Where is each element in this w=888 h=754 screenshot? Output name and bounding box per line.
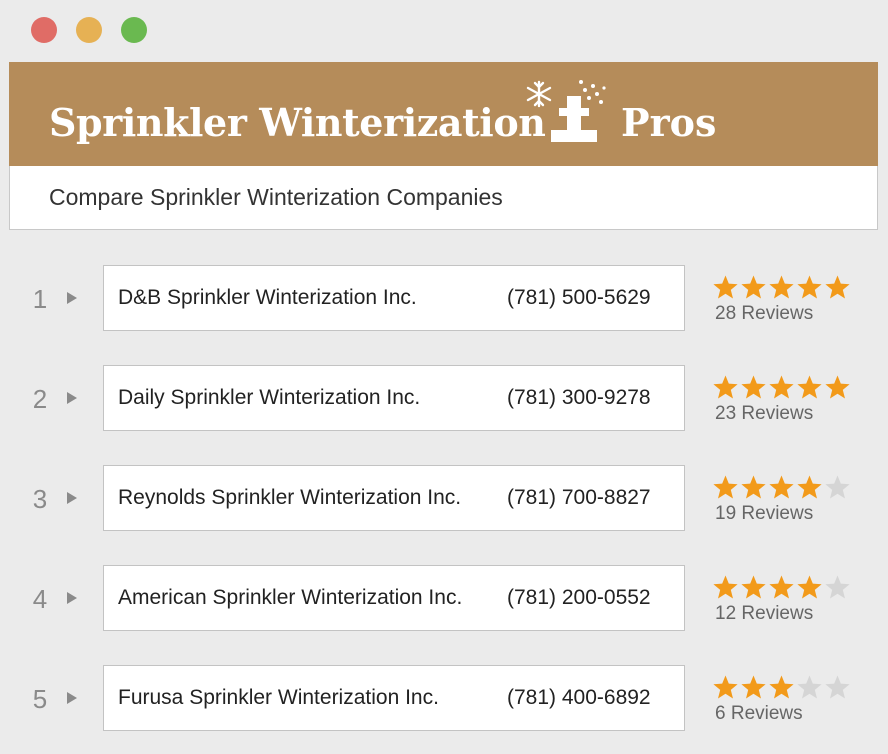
- star-filled-icon: [769, 275, 794, 299]
- expand-arrow-icon[interactable]: [67, 492, 77, 504]
- rank-number: 4: [32, 584, 48, 614]
- company-card[interactable]: Reynolds Sprinkler Winterization Inc. (78…: [103, 465, 685, 531]
- expand-arrow-icon[interactable]: [67, 392, 77, 404]
- rank-number: 5: [32, 684, 48, 714]
- star-filled-icon: [741, 575, 766, 599]
- star-rating: [712, 574, 851, 600]
- company-name[interactable]: American Sprinkler Winterization Inc.: [118, 586, 462, 610]
- company-card[interactable]: American Sprinkler Winterization Inc. (78…: [103, 565, 685, 631]
- star-filled-icon: [741, 375, 766, 399]
- star-rating: [712, 474, 851, 500]
- brand-title[interactable]: Sprinkler Winterization: [49, 104, 546, 142]
- star-filled-icon: [713, 375, 738, 399]
- expand-arrow-icon[interactable]: [67, 692, 77, 704]
- star-rating: [712, 674, 851, 700]
- window-maximize-button[interactable]: [121, 17, 147, 43]
- company-phone[interactable]: (781) 500-5629: [507, 286, 651, 310]
- company-card[interactable]: Furusa Sprinkler Winterization Inc. (781)…: [103, 665, 685, 731]
- company-phone[interactable]: (781) 200-0552: [507, 586, 651, 610]
- company-phone[interactable]: (781) 400-6892: [507, 686, 651, 710]
- star-empty-icon: [825, 475, 850, 499]
- company-name[interactable]: Reynolds Sprinkler Winterization Inc.: [118, 486, 461, 510]
- site-header: Sprinkler Winterization Pros: [9, 62, 878, 166]
- company-phone[interactable]: (781) 700-8827: [507, 486, 651, 510]
- review-count[interactable]: 19 Reviews: [715, 503, 813, 525]
- company-name[interactable]: D&B Sprinkler Winterization Inc.: [118, 286, 417, 310]
- star-empty-icon: [797, 675, 822, 699]
- company-name[interactable]: Daily Sprinkler Winterization Inc.: [118, 386, 420, 410]
- star-rating: [712, 274, 851, 300]
- star-filled-icon: [825, 275, 850, 299]
- star-filled-icon: [741, 475, 766, 499]
- star-filled-icon: [797, 575, 822, 599]
- rank-number: 3: [32, 484, 48, 514]
- company-phone[interactable]: (781) 300-9278: [507, 386, 651, 410]
- rank-number: 2: [32, 384, 48, 414]
- star-filled-icon: [769, 375, 794, 399]
- star-filled-icon: [713, 575, 738, 599]
- list-item[interactable]: 1 D&B Sprinkler Winterization Inc. (781) 5…: [0, 265, 888, 331]
- brand-title-suffix[interactable]: Pros: [621, 104, 716, 142]
- window-controls: [31, 17, 147, 43]
- star-filled-icon: [797, 475, 822, 499]
- review-count[interactable]: 28 Reviews: [715, 303, 813, 325]
- expand-arrow-icon[interactable]: [67, 292, 77, 304]
- star-filled-icon: [797, 275, 822, 299]
- expand-arrow-icon[interactable]: [67, 592, 77, 604]
- star-filled-icon: [713, 675, 738, 699]
- review-count[interactable]: 23 Reviews: [715, 403, 813, 425]
- star-empty-icon: [825, 575, 850, 599]
- star-filled-icon: [797, 375, 822, 399]
- list-item[interactable]: 3 Reynolds Sprinkler Winterization Inc. (7…: [0, 465, 888, 531]
- company-name[interactable]: Furusa Sprinkler Winterization Inc.: [118, 686, 439, 710]
- list-item[interactable]: 5 Furusa Sprinkler Winterization Inc. (781…: [0, 665, 888, 731]
- company-card[interactable]: D&B Sprinkler Winterization Inc. (781) 50…: [103, 265, 685, 331]
- list-item[interactable]: 4 American Sprinkler Winterization Inc. (7…: [0, 565, 888, 631]
- star-filled-icon: [713, 275, 738, 299]
- star-filled-icon: [769, 675, 794, 699]
- subheader: Compare Sprinkler Winterization Companie…: [9, 166, 878, 230]
- star-filled-icon: [741, 675, 766, 699]
- star-empty-icon: [825, 675, 850, 699]
- review-count[interactable]: 12 Reviews: [715, 603, 813, 625]
- rank-number: 1: [32, 284, 48, 314]
- star-filled-icon: [713, 475, 738, 499]
- review-count[interactable]: 6 Reviews: [715, 703, 803, 725]
- company-card[interactable]: Daily Sprinkler Winterization Inc. (781) …: [103, 365, 685, 431]
- window-close-button[interactable]: [31, 17, 57, 43]
- star-rating: [712, 374, 851, 400]
- page-title: Compare Sprinkler Winterization Companie…: [49, 184, 503, 210]
- star-filled-icon: [741, 275, 766, 299]
- list-item[interactable]: 2 Daily Sprinkler Winterization Inc. (781)…: [0, 365, 888, 431]
- window-minimize-button[interactable]: [76, 17, 102, 43]
- star-filled-icon: [769, 475, 794, 499]
- star-filled-icon: [825, 375, 850, 399]
- snowflake-sprinkler-icon: [526, 80, 606, 142]
- star-filled-icon: [769, 575, 794, 599]
